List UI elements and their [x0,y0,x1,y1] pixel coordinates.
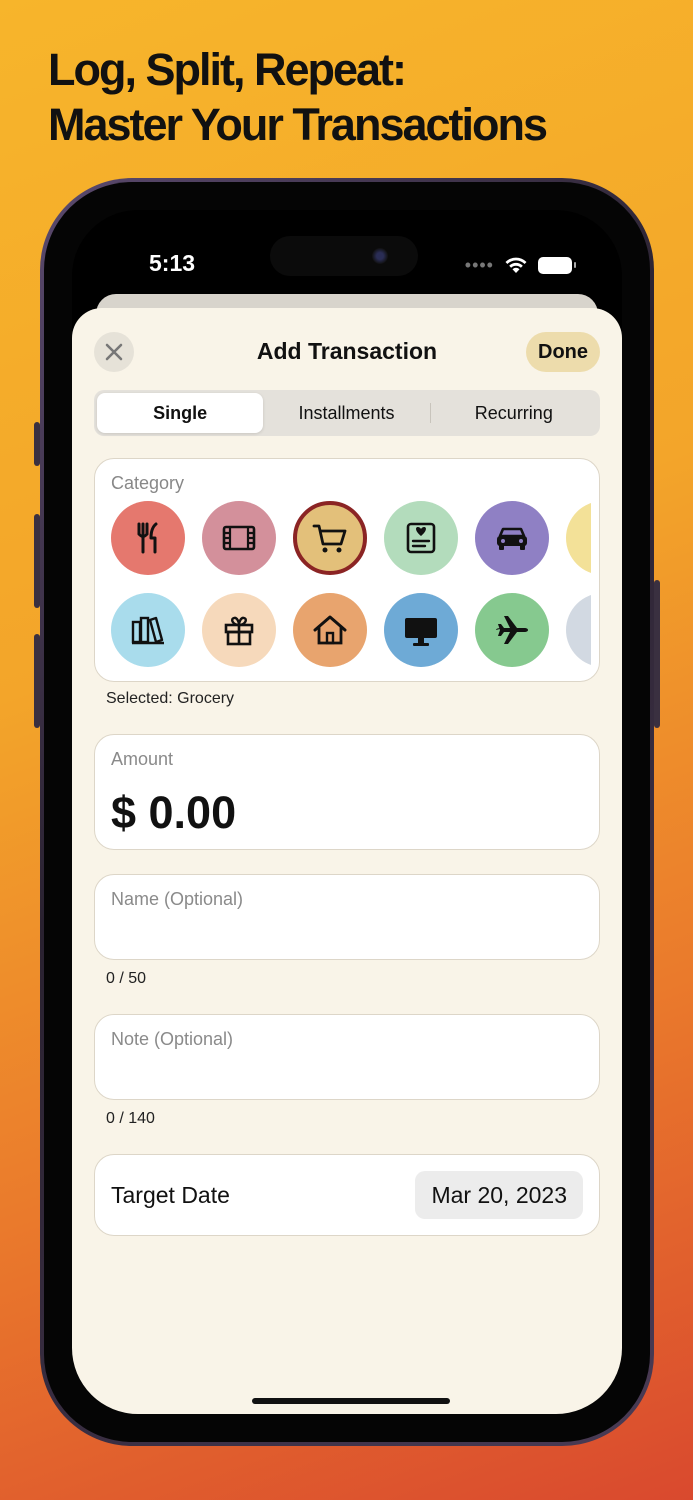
volume-up-button [34,514,40,608]
category-transport[interactable] [475,501,549,575]
amount-field[interactable]: Amount $ 0.00 [94,734,600,850]
category-row-2: $ [111,593,591,667]
category-row-1 [111,501,591,575]
computer-monitor-icon [405,618,437,646]
transaction-type-control: Single Installments Recurring [94,390,600,436]
category-grocery[interactable] [293,501,367,575]
power-button [654,580,660,728]
volume-down-button [34,634,40,728]
segment-installments[interactable]: Installments [263,393,429,433]
amount-value: $ 0.00 [111,787,237,838]
home-icon [313,615,347,645]
category-scroller[interactable]: $ [111,501,591,669]
category-restaurant[interactable] [111,501,185,575]
selected-category-text: Selected: Grocery [106,690,235,707]
phone-screen: 5:13 •••• Add Transaction Done Single In… [72,210,622,1414]
segment-recurring[interactable]: Recurring [431,393,597,433]
status-time: 5:13 [149,250,196,276]
movie-film-icon [222,525,256,551]
target-date-label: Target Date [111,1182,230,1208]
action-button [34,422,40,466]
restaurant-icon [137,522,158,554]
airplane-icon [496,616,528,644]
target-date-row: Target Date Mar 20, 2023 [94,1154,600,1236]
health-card-icon [406,522,436,554]
name-field[interactable]: Name (Optional) [94,874,600,960]
phone-bezel: 5:13 •••• Add Transaction Done Single In… [44,182,650,1442]
name-placeholder: Name (Optional) [111,889,244,909]
add-transaction-sheet: Add Transaction Done Single Installments… [72,308,622,1414]
phone-frame: 5:13 •••• Add Transaction Done Single In… [34,178,660,1446]
note-field[interactable]: Note (Optional) [94,1014,600,1100]
category-more-2[interactable]: $ [566,593,591,667]
category-gifts[interactable] [202,593,276,667]
category-more-1[interactable] [566,501,591,575]
amount-label: Amount [111,749,174,769]
segment-single[interactable]: Single [97,393,264,433]
category-electronics[interactable] [384,593,458,667]
category-health[interactable] [384,501,458,575]
dollar-icon: $ [583,610,591,650]
battery-icon [538,256,576,274]
gift-icon [224,616,254,646]
category-label: Category [111,473,185,493]
category-entertainment[interactable] [202,501,276,575]
note-placeholder: Note (Optional) [111,1029,234,1049]
shopping-cart-icon [312,524,347,553]
headline: Log, Split, Repeat: Master Your Transact… [48,42,548,152]
name-char-counter: 0 / 50 [106,970,147,987]
home-indicator[interactable] [252,1398,450,1404]
target-date-picker[interactable]: Mar 20, 2023 [415,1171,583,1219]
signal-dots-icon: •••• [464,255,494,275]
category-housing[interactable] [293,593,367,667]
category-card: Category [94,458,600,682]
camera-icon [372,248,388,264]
note-char-counter: 0 / 140 [106,1110,155,1127]
category-education[interactable] [111,593,185,667]
done-button[interactable]: Done [526,332,600,372]
headline-line-2: Master Your Transactions [48,99,548,150]
dynamic-island [270,236,418,276]
wifi-icon [505,257,527,273]
status-icons: •••• [464,255,576,275]
category-travel[interactable] [475,593,549,667]
headline-line-1: Log, Split, Repeat: [48,44,407,95]
books-icon [131,616,164,645]
car-icon [497,527,527,550]
partial-icon [583,518,591,558]
